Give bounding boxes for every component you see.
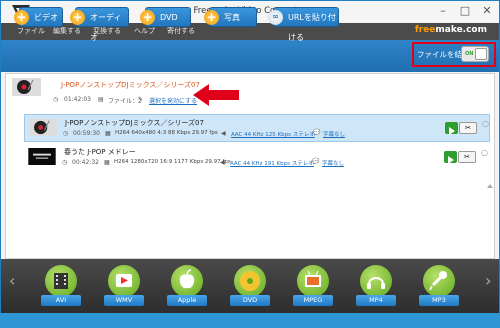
maximize-button[interactable]: □: [455, 3, 475, 19]
file-row[interactable]: 春うた J-POP メドレー ◷ 00:42:32 ▦ H264 1280x72…: [24, 144, 490, 172]
close-button[interactable]: ✕: [477, 3, 497, 19]
format-label: Apple: [167, 295, 207, 306]
speech-bubble-icon: 💬: [313, 129, 321, 136]
format-label: DVD: [230, 295, 270, 306]
paste-url-button[interactable]: ∞ URLを貼り付ける: [268, 7, 339, 42]
file-title: J-POPノンストップDJミックス／シリーズ07: [65, 119, 204, 127]
play-button[interactable]: [444, 151, 457, 164]
video-spec: H264 640x480 4:3 88 Kbps 29.97 fps: [115, 130, 218, 136]
clock-icon: ◷: [63, 130, 69, 137]
file-row[interactable]: J-POPノンストップDJミックス／シリーズ07 ◷ 00:59:30 ▦ H2…: [24, 114, 490, 142]
group-duration: 01:42:03: [64, 96, 91, 103]
headphones-icon: [360, 265, 392, 297]
minimize-button[interactable]: –: [433, 3, 453, 19]
add-audio-button[interactable]: + オーディオ: [70, 7, 129, 42]
format-mpeg-button[interactable]: MPEG: [293, 265, 333, 311]
play-button[interactable]: [445, 122, 458, 135]
audio-track-link[interactable]: AAC 44 KHz 125 Kbps ステレオ: [231, 130, 315, 138]
speaker-icon: ◀: [221, 130, 226, 137]
add-video-button[interactable]: + ビデオ: [14, 7, 63, 27]
file-duration: 00:59:30: [73, 130, 100, 137]
scroll-right-arrow-icon[interactable]: ›: [485, 271, 491, 290]
subtitles-link[interactable]: 字幕なし: [323, 130, 345, 138]
format-label: MPEG: [293, 295, 333, 306]
format-wmv-button[interactable]: WMV: [104, 265, 144, 311]
format-apple-button[interactable]: Apple: [167, 265, 207, 311]
add-dvd-button[interactable]: + DVD: [140, 7, 191, 27]
plus-icon: +: [70, 10, 85, 25]
tv-icon: [297, 265, 329, 297]
film-icon: [45, 265, 77, 297]
toggle-knob: [475, 48, 487, 60]
remove-row-icon[interactable]: ○: [482, 119, 489, 128]
record-player-icon: [12, 78, 41, 96]
video-thumbnail: [28, 148, 56, 165]
add-photo-button[interactable]: + 写真: [204, 7, 257, 27]
format-avi-button[interactable]: AVI: [41, 265, 81, 311]
group-title: J-POPノンストップDJミックス／シリーズ07: [61, 81, 200, 89]
film-strip-icon: ▦: [104, 159, 110, 166]
film-strip-icon: ▦: [105, 130, 111, 137]
format-dvd-button[interactable]: DVD: [230, 265, 270, 311]
plus-icon: +: [140, 10, 155, 25]
remove-row-icon[interactable]: ○: [481, 148, 488, 157]
apple-icon: [171, 265, 203, 297]
app-window: Freemake Video Converter – □ ✕ ファイル 編集する…: [0, 0, 500, 313]
format-label: MP3: [419, 295, 459, 306]
media-player-icon: [108, 265, 140, 297]
red-arrow-icon: [193, 84, 239, 106]
scroll-left-arrow-icon[interactable]: ‹: [9, 271, 15, 290]
file-count-icon: ▤: [98, 96, 104, 103]
cut-scissors-button[interactable]: ✂: [458, 151, 476, 163]
group-file-count: ファイル：2: [108, 98, 142, 105]
joined-group-row[interactable]: J-POPノンストップDJミックス／シリーズ07 ◷ 01:42:03 ▤ ファ…: [6, 74, 494, 111]
menu-help[interactable]: ヘルプ: [134, 26, 155, 36]
dvd-icon: [234, 265, 266, 297]
file-duration: 00:42:32: [72, 159, 99, 166]
audio-track-link[interactable]: AAC 44 KHz 191 Kbps ステレオ: [230, 159, 314, 167]
format-mp4-button[interactable]: MP4: [356, 265, 396, 311]
video-spec: H264 1280x720 16:9 1177 Kbps 29.97 fps: [114, 159, 231, 165]
cut-scissors-button[interactable]: ✂: [459, 122, 477, 134]
format-label: WMV: [104, 295, 144, 306]
edit-icon: ✎: [138, 96, 144, 103]
subtitles-link[interactable]: 字幕なし: [322, 159, 344, 167]
file-title: 春うた J-POP メドレー: [64, 148, 136, 156]
microphone-icon: [423, 265, 455, 297]
brand-link[interactable]: freemake.com: [415, 25, 487, 35]
format-mp3-button[interactable]: MP3: [419, 265, 459, 311]
clock-icon: ◷: [62, 159, 68, 166]
format-label: AVI: [41, 295, 81, 306]
clock-icon: ◷: [53, 96, 59, 103]
join-files-toggle[interactable]: ON: [461, 46, 489, 62]
toggle-state: ON: [465, 51, 474, 57]
select-edit-link[interactable]: 選択を発効にする: [149, 96, 197, 105]
link-icon: ∞: [268, 10, 283, 25]
plus-icon: +: [204, 10, 219, 25]
plus-icon: +: [14, 10, 29, 25]
format-label: MP4: [356, 295, 396, 306]
file-list: J-POPノンストップDJミックス／シリーズ07 ◷ 01:42:03 ▤ ファ…: [5, 73, 495, 259]
record-player-thumbnail: [29, 119, 57, 136]
speaker-icon: ◀: [220, 159, 225, 166]
speech-bubble-icon: 💬: [312, 158, 320, 165]
